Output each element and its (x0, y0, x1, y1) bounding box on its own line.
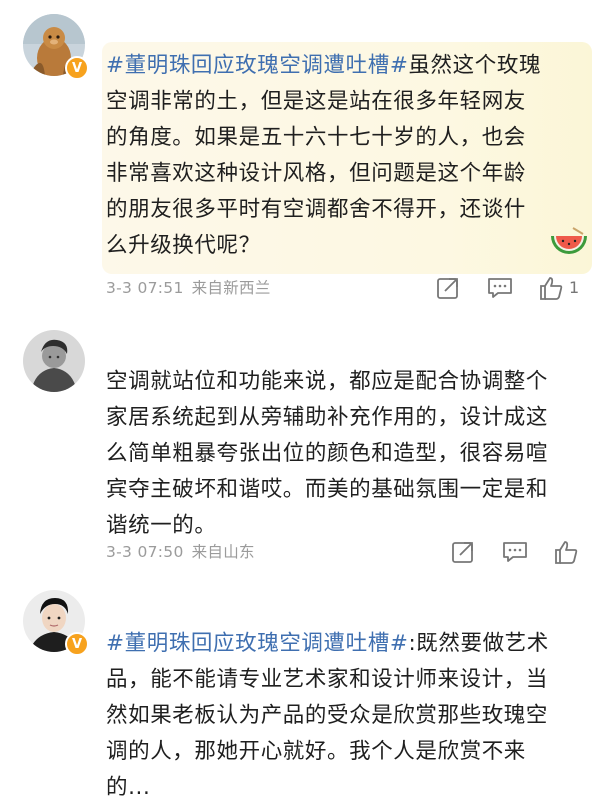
comment-text-line: 家居系统起到从旁辅助补充作用的，设计成这 (106, 405, 549, 430)
comment-text-line: 然如果老板认为产品的受众是欣赏那些玫瑰空 (106, 703, 549, 728)
comment-text: #董明珠回应玫瑰空调遭吐槽#虽然这个玫瑰 空调非常的土，但是这是站在很多年轻网友… (102, 42, 592, 274)
comment-item: V #董明珠回应玫瑰空调遭吐槽#虽然这个玫瑰 空调非常的土，但是这是站在很多年轻… (0, 0, 600, 310)
avatar[interactable] (23, 330, 85, 392)
comment-icon[interactable] (486, 274, 514, 302)
comment-text-line: 的朋友很多平时有空调都舍不得开，还谈什 (106, 197, 526, 222)
comment-icon[interactable] (501, 538, 529, 566)
timestamp: 3-3 07:50 (106, 543, 184, 561)
hashtag-link[interactable]: #董明珠回应玫瑰空调遭吐槽# (106, 631, 408, 656)
comment-item: V #董明珠回应玫瑰空调遭吐槽#:既然要做艺术 品，能不能请专业艺术家和设计师来… (0, 580, 600, 800)
timestamp: 3-3 07:51 (106, 279, 184, 297)
share-icon[interactable] (434, 274, 462, 302)
comment-text: 空调就站位和功能来说，都应是配合协调整个 家居系统起到从旁辅助补充作用的，设计成… (106, 364, 578, 544)
comment-text-line: 的角度。如果是五十六十七十岁的人，也会 (106, 125, 526, 150)
verified-badge: V (65, 56, 89, 80)
source-label: 来自新西兰 (191, 279, 271, 297)
comment-text-line: 虽然这个玫瑰 (408, 53, 542, 78)
comment-text-line: 非常喜欢这种设计风格，但问题是这个年龄 (106, 161, 526, 186)
share-icon[interactable] (449, 538, 477, 566)
comment-text-line: 么简单粗暴夸张出位的颜色和造型，很容易喧 (106, 441, 549, 466)
like-icon[interactable] (552, 538, 580, 566)
comment-text-line: 么升级换代呢？ (106, 233, 261, 258)
comment-text-line: 的... (106, 775, 151, 800)
comment-text-line: 空调非常的土，但是这是站在很多年轻网友 (106, 89, 526, 114)
comment-text-line: :既然要做艺术 (408, 631, 549, 656)
watermelon-badge-icon (549, 226, 589, 260)
comment-meta: 3-3 07:50 来自山东 (106, 540, 263, 562)
comment-text-line: 空调就站位和功能来说，都应是配合协调整个 (106, 369, 549, 394)
comment-meta: 3-3 07:51 来自新西兰 (106, 276, 279, 298)
comment-text-line: 宾夺主破坏和谐哎。而美的基础氛围一定是和 (106, 477, 549, 502)
comment-text-line: 品，能不能请专业艺术家和设计师来设计，当 (106, 667, 549, 692)
like-count: 1 (569, 278, 580, 297)
comment-text-line: 调的人，那她开心就好。我个人是欣赏不来 (106, 739, 526, 764)
comment-item: 空调就站位和功能来说，都应是配合协调整个 家居系统起到从旁辅助补充作用的，设计成… (0, 310, 600, 580)
verified-badge: V (65, 632, 89, 656)
comment-text: #董明珠回应玫瑰空调遭吐槽#:既然要做艺术 品，能不能请专业艺术家和设计师来设计… (106, 626, 578, 806)
like-icon[interactable] (537, 274, 565, 302)
hashtag-link[interactable]: #董明珠回应玫瑰空调遭吐槽# (106, 53, 408, 78)
comment-text-line: 谐统一的。 (106, 513, 217, 538)
source-label: 来自山东 (191, 543, 255, 561)
